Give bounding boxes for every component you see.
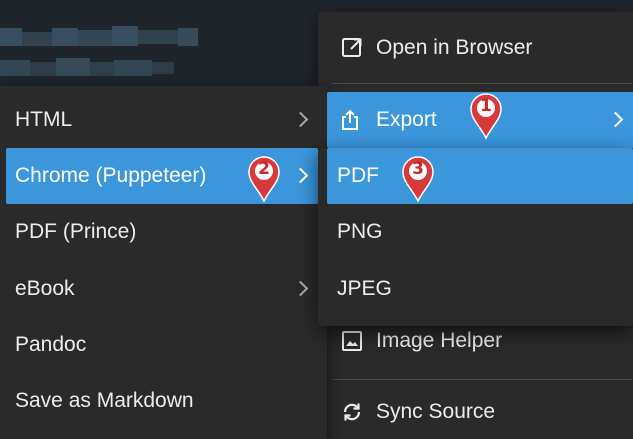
puppeteer-png-label: PNG	[337, 220, 383, 243]
chevron-right-icon	[607, 111, 624, 128]
export-ebook-label: eBook	[15, 277, 75, 300]
step-marker-number: 1	[480, 96, 492, 116]
step-marker-1: 1	[468, 92, 504, 140]
chevron-right-icon	[292, 167, 309, 184]
export-label: Export	[376, 108, 437, 131]
image-helper-label: Image Helper	[376, 329, 503, 352]
export-submenu: HTML Chrome (Puppeteer) PDF (Prince) eBo…	[0, 86, 327, 439]
chevron-right-icon	[292, 280, 309, 297]
sync-icon	[343, 403, 361, 421]
screen: Open in Browser Image Helper Sync Source…	[0, 0, 633, 439]
export-ebook-item[interactable]: eBook	[0, 261, 318, 317]
export-pandoc-item[interactable]: Pandoc	[0, 317, 318, 373]
puppeteer-pdf-item[interactable]: PDF	[327, 148, 633, 204]
export-html-item[interactable]: HTML	[0, 92, 318, 148]
external-link-icon	[342, 38, 362, 57]
sync-source-label: Sync Source	[376, 400, 496, 423]
export-html-label: HTML	[15, 108, 73, 131]
export-pdf-prince-item[interactable]: PDF (Prince)	[0, 204, 318, 260]
step-marker-number: 2	[258, 159, 270, 179]
step-marker-2: 2	[246, 155, 282, 203]
export-save-as-markdown-item[interactable]: Save as Markdown	[0, 373, 318, 429]
step-marker-number: 3	[412, 159, 424, 179]
menu-separator	[332, 379, 632, 380]
export-chrome-puppeteer-label: Chrome (Puppeteer)	[15, 164, 207, 187]
puppeteer-jpeg-item[interactable]: JPEG	[327, 261, 633, 317]
chevron-right-icon	[292, 111, 309, 128]
puppeteer-pdf-label: PDF	[337, 164, 379, 187]
share-upload-icon	[342, 109, 358, 130]
menu-separator	[332, 83, 632, 84]
step-marker-3: 3	[400, 155, 436, 203]
puppeteer-format-submenu: PDF PNG JPEG	[318, 148, 633, 326]
export-pdf-prince-label: PDF (Prince)	[15, 220, 137, 243]
export-save-as-markdown-label: Save as Markdown	[15, 389, 194, 412]
puppeteer-jpeg-label: JPEG	[337, 277, 392, 300]
open-in-browser-item[interactable]: Open in Browser	[318, 20, 633, 76]
export-pandoc-label: Pandoc	[15, 333, 87, 356]
image-icon	[342, 331, 362, 351]
sync-source-item[interactable]: Sync Source	[318, 384, 633, 439]
open-in-browser-label: Open in Browser	[376, 36, 533, 59]
puppeteer-png-item[interactable]: PNG	[327, 204, 633, 260]
